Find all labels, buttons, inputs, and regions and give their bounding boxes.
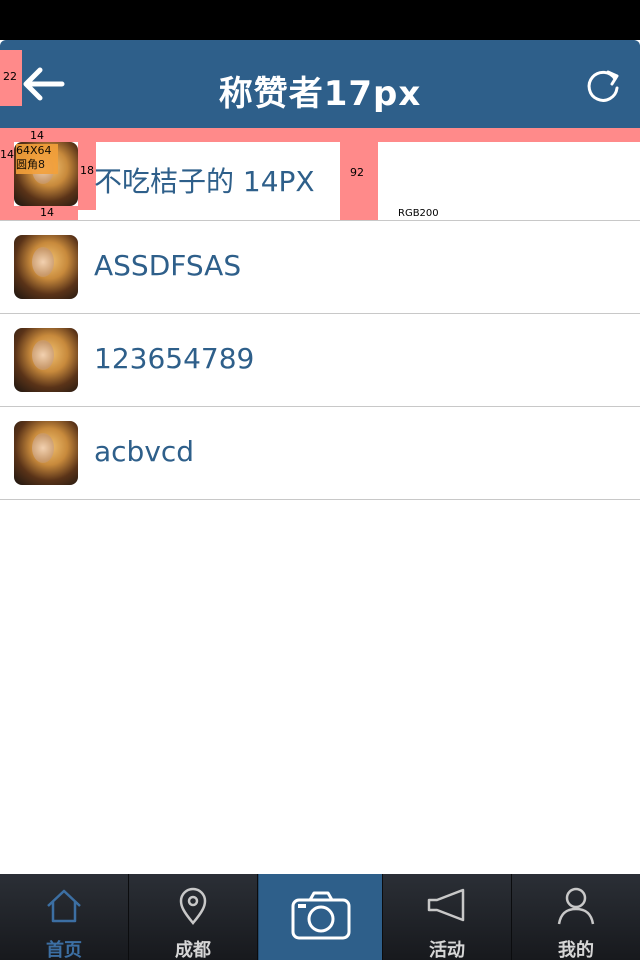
avatar[interactable] bbox=[14, 421, 78, 485]
home-icon bbox=[47, 889, 81, 923]
avatar[interactable] bbox=[14, 328, 78, 392]
tab-home[interactable]: 首页 bbox=[0, 874, 129, 960]
status-bar bbox=[0, 0, 640, 40]
camera-icon bbox=[291, 891, 350, 940]
user-icon bbox=[557, 887, 595, 925]
nav-header: 称赞者17px bbox=[0, 40, 640, 130]
liker-name: acbvcd bbox=[94, 435, 195, 468]
liker-name: 123654789 bbox=[94, 342, 255, 375]
tab-camera[interactable] bbox=[258, 874, 383, 960]
tab-label: 我的 bbox=[558, 940, 594, 960]
page-title: 称赞者17px bbox=[218, 74, 422, 114]
tab-bar: 首页 成都 活动 我的 bbox=[0, 874, 640, 960]
tab-label: 成都 bbox=[175, 940, 211, 960]
liker-name: ASSDFSAS bbox=[94, 249, 242, 282]
annotation-left-gap: 14 bbox=[0, 142, 14, 220]
list-item[interactable]: acbvcd bbox=[0, 407, 640, 500]
tab-activity[interactable]: 活动 bbox=[383, 874, 512, 960]
liker-list: 14 64X64 圆角8 18 14 不吃桔子的 14PX 92 RGB200 … bbox=[0, 128, 640, 500]
annotation-left-margin: 22 bbox=[0, 50, 22, 106]
tab-mine[interactable]: 我的 bbox=[512, 874, 640, 960]
location-pin-icon bbox=[179, 887, 207, 925]
tab-label: 活动 bbox=[429, 940, 465, 960]
list-item[interactable]: 14 64X64 圆角8 18 14 不吃桔子的 14PX 92 RGB200 … bbox=[0, 129, 640, 221]
annotation-row-height: 92 bbox=[340, 142, 378, 220]
list-item[interactable]: ASSDFSAS bbox=[0, 221, 640, 314]
liker-name: 不吃桔子的 14PX bbox=[94, 165, 315, 198]
list-item[interactable]: 123654789 bbox=[0, 314, 640, 407]
megaphone-icon bbox=[427, 888, 465, 922]
tab-label: 首页 bbox=[46, 940, 82, 960]
avatar[interactable] bbox=[14, 235, 78, 299]
annotation-bottom-gap: 14 bbox=[14, 206, 78, 220]
refresh-icon[interactable] bbox=[584, 66, 622, 104]
tab-city[interactable]: 成都 bbox=[129, 874, 258, 960]
annotation-avatar-spec: 64X64 圆角8 bbox=[16, 144, 58, 174]
annotation-top-gap: 14 bbox=[30, 129, 44, 142]
annotation-divider-color: RGB200 bbox=[398, 208, 439, 219]
